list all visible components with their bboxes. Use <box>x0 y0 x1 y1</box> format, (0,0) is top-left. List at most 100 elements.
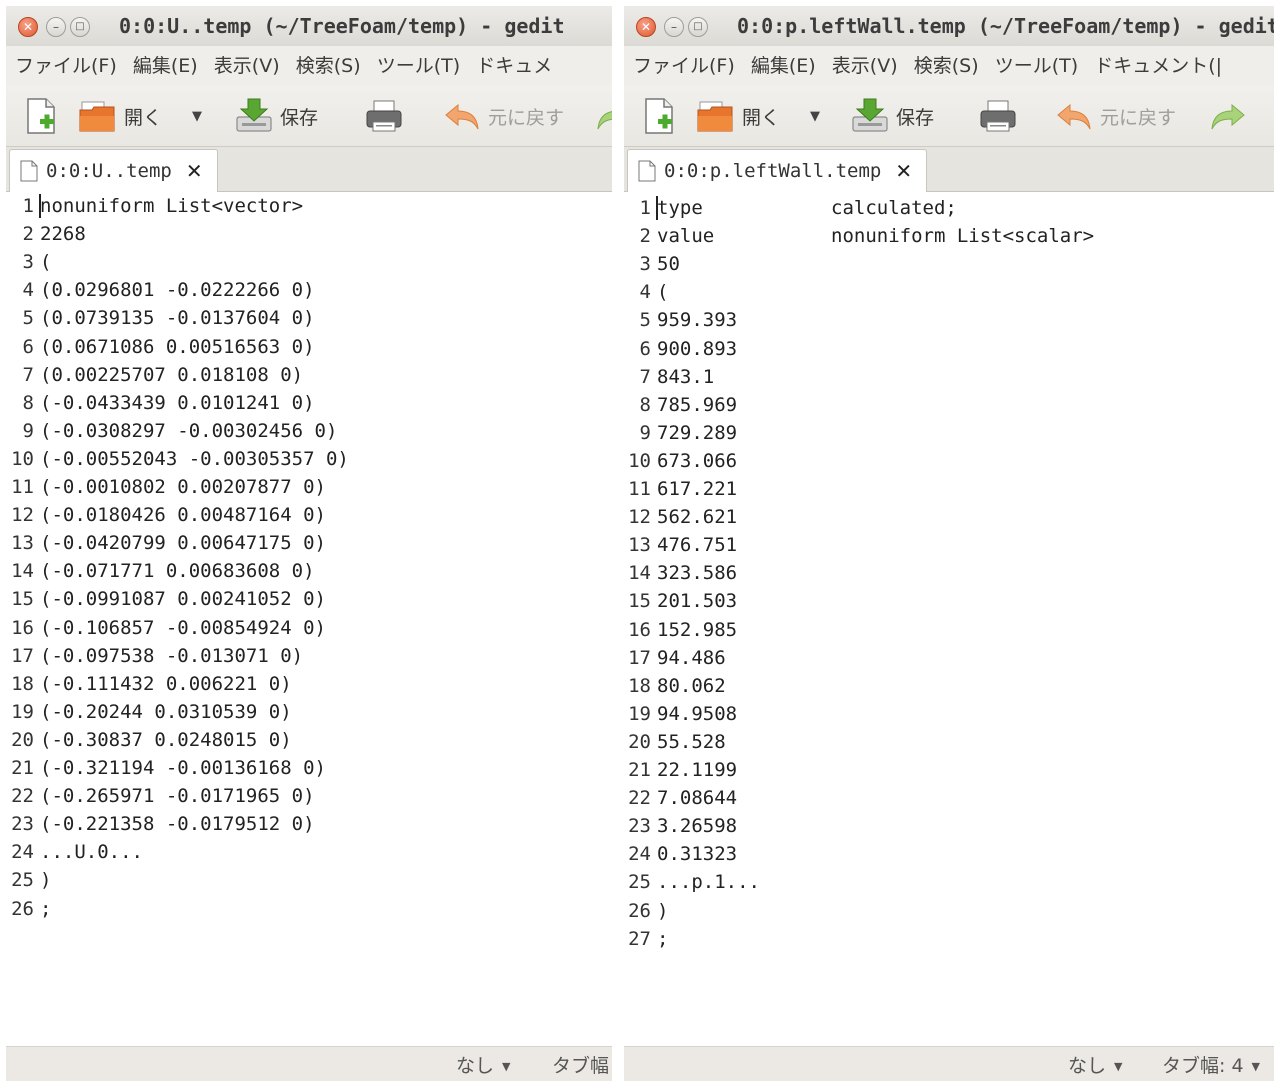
document-tab[interactable]: 0:0:p.leftWall.temp ✕ <box>627 149 928 192</box>
print-button[interactable] <box>978 96 1018 136</box>
menu-bar: ファイル(F) 編集(E) 表示(V) 検索(S) ツール(T) ドキュメ <box>6 46 612 86</box>
line-number: 19 <box>11 700 34 723</box>
line-text: 2268 <box>40 223 86 246</box>
editor-line: 2 value nonuniform List<scalar> <box>624 222 1095 250</box>
editor-line: 13 (-0.0420799 0.00647175 0) <box>6 529 326 557</box>
menu-documents[interactable]: ドキュメント(| <box>1094 46 1222 86</box>
editor-line: 16 152.985 <box>624 616 737 644</box>
line-text: (-0.221358 -0.0179512 0) <box>40 813 315 836</box>
open-button[interactable]: 開く <box>696 96 780 136</box>
undo-button[interactable]: 元に戻す <box>1056 96 1176 136</box>
open-button[interactable]: 開く <box>78 96 162 136</box>
editor-line: 10 673.066 <box>624 447 737 475</box>
editor-line: 21 22.1199 <box>624 756 737 784</box>
line-text: (-0.071771 0.00683608 0) <box>40 560 315 583</box>
line-text: 959.393 <box>657 309 738 332</box>
menu-edit[interactable]: 編集(E) <box>133 46 198 86</box>
line-text: (0.00225707 0.018108 0) <box>40 363 304 386</box>
line-text: (-0.0308297 -0.00302456 0) <box>40 419 338 442</box>
maximize-window-icon[interactable]: □ <box>70 17 90 37</box>
editor-line: 5 959.393 <box>624 306 738 334</box>
title-bar[interactable]: ✕ – □ 0:0:U..temp (~/TreeFoam/temp) - ge… <box>6 6 612 46</box>
line-text: 50 <box>657 253 680 276</box>
tab-close-icon[interactable]: ✕ <box>895 159 912 183</box>
menu-file[interactable]: ファイル(F) <box>633 46 735 86</box>
print-button[interactable] <box>364 96 404 136</box>
document-icon <box>20 160 38 182</box>
minimize-window-icon[interactable]: – <box>664 17 684 37</box>
menu-documents[interactable]: ドキュメ <box>476 46 552 86</box>
line-number: 6 <box>639 337 651 360</box>
menu-tools[interactable]: ツール(T) <box>377 46 460 86</box>
open-dropdown-arrow[interactable]: ▼ <box>192 96 202 136</box>
save-button[interactable]: 保存 <box>234 96 318 136</box>
dropdown-arrow-icon: ▼ <box>502 1060 511 1073</box>
redo-icon <box>597 111 612 130</box>
new-button[interactable] <box>642 96 676 136</box>
line-number: 21 <box>11 757 34 779</box>
tab-width-label: タブ幅 <box>552 1055 610 1077</box>
editor-line: 24 0.31323 <box>624 840 737 868</box>
menu-view[interactable]: 表示(V) <box>214 46 280 86</box>
title-bar[interactable]: ✕ – □ 0:0:p.leftWall.temp (~/TreeFoam/te… <box>624 6 1274 46</box>
syntax-mode-selector[interactable]: なし ▼ <box>1068 1051 1122 1078</box>
close-window-icon[interactable]: ✕ <box>18 17 38 37</box>
editor-line: 17 94.486 <box>624 644 726 672</box>
menu-view[interactable]: 表示(V) <box>832 46 898 86</box>
line-text: type <box>657 197 703 219</box>
text-editor[interactable]: 1 type calculated; 2 value nonuniform List<sc… <box>624 192 1274 1047</box>
line-number: 24 <box>11 841 34 864</box>
close-window-icon[interactable]: ✕ <box>636 17 656 37</box>
line-text: (-0.0420799 0.00647175 0) <box>40 532 326 555</box>
undo-button[interactable]: 元に戻す <box>444 96 564 136</box>
line-text: (-0.0010802 0.00207877 0) <box>40 476 326 498</box>
editor-line: 3 50 <box>624 250 680 278</box>
redo-button[interactable] <box>594 96 612 136</box>
editor-line: 8 785.969 <box>624 391 738 419</box>
line-text: (-0.0991087 0.00241052 0) <box>40 588 326 611</box>
menu-search[interactable]: 検索(S) <box>914 46 979 86</box>
line-text: 729.289 <box>657 421 738 444</box>
menu-file[interactable]: ファイル(F) <box>15 46 117 86</box>
line-number: 6 <box>22 335 34 358</box>
undo-label: 元に戻す <box>1100 106 1177 129</box>
text-editor[interactable]: 1 nonuniform List<vector> 2 2268 3(4 (0.02968… <box>6 192 612 1047</box>
line-text: ...U.0... <box>40 841 143 864</box>
tab-width-selector[interactable]: タブ幅: 4 ▼ <box>1162 1051 1260 1078</box>
redo-icon <box>1211 103 1245 130</box>
line-text: (0.0671086 0.00516563 0) <box>40 335 315 358</box>
menu-tools[interactable]: ツール(T) <box>995 46 1078 86</box>
line-text: 94.9508 <box>657 702 738 725</box>
document-tab[interactable]: 0:0:U..temp ✕ <box>9 149 218 192</box>
maximize-window-icon[interactable]: □ <box>688 17 708 37</box>
line-text: ) <box>40 869 52 892</box>
toolbar: 開く ▼ 保存 元に戻す <box>6 86 612 147</box>
editor-line: 20 (-0.30837 0.0248015 0) <box>6 726 292 754</box>
menu-search[interactable]: 検索(S) <box>296 46 361 86</box>
syntax-mode-selector[interactable]: なし ▼ <box>456 1051 510 1078</box>
document-icon <box>638 160 656 182</box>
line-text: ; <box>657 927 669 950</box>
tab-close-icon[interactable]: ✕ <box>186 159 203 183</box>
redo-button[interactable] <box>1208 96 1246 136</box>
save-button[interactable]: 保存 <box>850 96 934 136</box>
editor-line: 9 729.289 <box>624 419 738 447</box>
line-number: 10 <box>11 447 34 470</box>
new-button[interactable] <box>24 96 58 136</box>
line-text: 7.08644 <box>657 787 738 810</box>
minimize-window-icon[interactable]: – <box>46 17 66 37</box>
editor-line: 4( <box>624 278 669 306</box>
window-title: 0:0:U..temp (~/TreeFoam/temp) - gedit <box>119 14 565 38</box>
tab-width-selector[interactable]: タブ幅 <box>552 1051 609 1078</box>
line-text: 562.621 <box>657 506 738 529</box>
line-number: 12 <box>11 504 34 527</box>
menu-edit[interactable]: 編集(E) <box>751 46 816 86</box>
open-dropdown-arrow[interactable]: ▼ <box>810 96 820 136</box>
line-number: 14 <box>11 560 34 583</box>
editor-line: 1 type calculated; <box>624 194 957 222</box>
line-number: 25 <box>628 871 651 894</box>
syntax-mode-label: なし <box>1068 1055 1107 1077</box>
line-text: (-0.00552043 -0.00305357 0) <box>40 447 349 470</box>
editor-line: 6 (0.0671086 0.00516563 0) <box>6 333 315 361</box>
editor-line: 1 nonuniform List<vector> <box>6 192 303 220</box>
